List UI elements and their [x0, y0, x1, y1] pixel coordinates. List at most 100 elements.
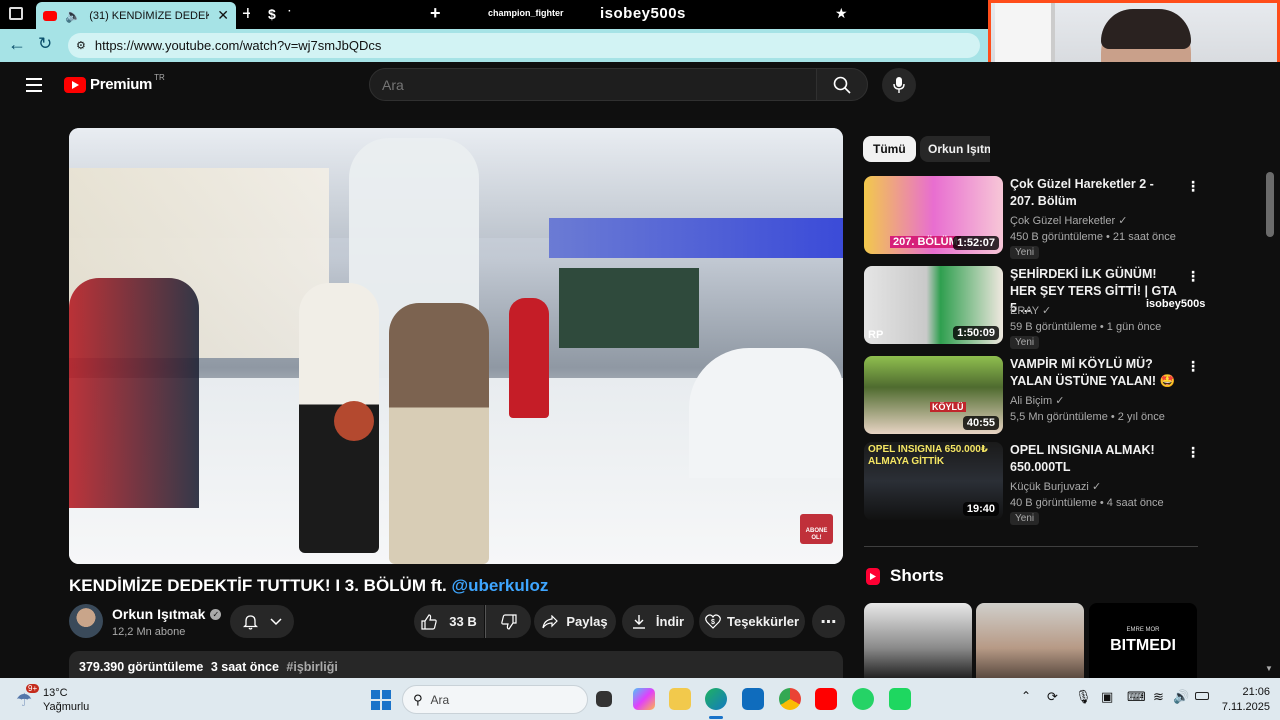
chip-uploader[interactable]: Orkun Işıtmak adlı yükleyiciden: [920, 136, 990, 162]
search-button[interactable]: [816, 68, 868, 101]
subscribe-watermark[interactable]: ABONE OL!: [800, 514, 833, 544]
channel-name[interactable]: Çok Güzel Hareketler ✓: [1010, 214, 1127, 227]
video-title[interactable]: Çok Güzel Hareketler 2 - 207. Bölüm: [1010, 176, 1180, 210]
page-scrollbar[interactable]: [1266, 172, 1274, 237]
share-button[interactable]: Paylaş: [534, 605, 616, 638]
thumbnail[interactable]: RP 1:50:09: [864, 266, 1003, 344]
channel-name[interactable]: ERAY ✓: [1010, 304, 1051, 317]
duration-badge: 19:40: [962, 502, 999, 516]
battery-icon[interactable]: [1195, 692, 1209, 700]
shorts-icon: [866, 567, 880, 585]
tray-sync-icon[interactable]: ⟳: [1047, 689, 1058, 705]
more-vertical-icon[interactable]: ⋮: [1186, 444, 1200, 461]
thumbnail[interactable]: KÖYLÜ 40:55: [864, 356, 1003, 434]
scroll-down-arrow[interactable]: ▼: [1265, 664, 1273, 673]
volume-icon[interactable]: 🔊: [1173, 689, 1189, 705]
short-card[interactable]: [976, 603, 1084, 678]
dislike-button[interactable]: [485, 605, 531, 638]
search-input[interactable]: [382, 76, 802, 93]
more-vertical-icon[interactable]: ⋮: [1186, 178, 1200, 195]
start-button[interactable]: [371, 690, 391, 710]
youtube-favicon-icon: [43, 10, 57, 21]
taskbar-search[interactable]: ⚲ Ara: [402, 685, 588, 714]
video-title[interactable]: OPEL INSIGNIA ALMAK! 650.000TL: [1010, 442, 1180, 476]
player-red-person: [509, 298, 549, 418]
player-ball: [334, 401, 374, 441]
youtube-page: Premium TR ABONE OL! KENDİMİZE DEDEKTİ: [4, 62, 1280, 681]
chrome-icon[interactable]: [779, 688, 801, 710]
chevron-down-icon: [269, 617, 282, 625]
like-count: 33 B: [449, 614, 477, 629]
mention-link[interactable]: @uberkuloz: [452, 576, 549, 595]
taskbar-search-placeholder: Ara: [430, 692, 450, 707]
notification-button[interactable]: [230, 605, 294, 638]
download-icon: [632, 615, 645, 629]
copilot-icon[interactable]: [633, 688, 655, 710]
channel-name[interactable]: Orkun Işıtmak ✓: [112, 606, 222, 622]
game-app-icon[interactable]: [889, 688, 911, 710]
masthead: Premium TR: [4, 62, 988, 110]
like-button[interactable]: 33 B: [414, 605, 484, 638]
whatsapp-icon[interactable]: [852, 688, 874, 710]
short-card[interactable]: [864, 603, 972, 678]
reload-icon[interactable]: ↻: [38, 34, 52, 54]
share-label: Paylaş: [566, 614, 608, 629]
channel-name[interactable]: Ali Biçim ✓: [1010, 394, 1064, 407]
shorts-heading: Shorts: [866, 566, 944, 586]
thumbs-up-icon: [421, 613, 437, 630]
tab-youtube[interactable]: 🔈 (31) KENDİMİZE DEDEKTİF TU ✕: [36, 2, 236, 29]
channel-name-text: Ali Biçim: [1010, 395, 1053, 407]
more-vertical-icon[interactable]: ⋮: [1186, 268, 1200, 285]
player-blue-light: [549, 218, 843, 258]
search-box[interactable]: [369, 68, 817, 101]
video-player[interactable]: ABONE OL!: [69, 128, 843, 564]
chip-all[interactable]: Tümü: [863, 136, 916, 162]
short-card[interactable]: EMRE MOR BITMEDI: [1089, 603, 1197, 678]
site-info-icon[interactable]: ⚙: [76, 39, 86, 52]
thumbnail[interactable]: 207. BÖLÜM 1:52:07: [864, 176, 1003, 254]
clock[interactable]: 21:06 7.11.2025: [1220, 685, 1270, 715]
list-item[interactable]: 207. BÖLÜM 1:52:07 Çok Güzel Hareketler …: [864, 176, 1204, 259]
chip-uploader-text: Orkun Işıtmak adlı yükleyiciden: [928, 142, 990, 156]
wifi-icon[interactable]: ≋: [1153, 689, 1164, 705]
more-horizontal-icon: ⋯: [820, 613, 837, 631]
list-item[interactable]: KÖYLÜ 40:55 VAMPİR Mİ KÖYLÜ MÜ? YALAN ÜS…: [864, 356, 1204, 436]
list-item[interactable]: OPEL INSIGNIA 650.000₺ ALMAYA GİTTİK 19:…: [864, 442, 1204, 525]
tab-actions-icon[interactable]: [9, 7, 23, 20]
youtube-app-icon[interactable]: [815, 688, 837, 710]
thumbnail-text: OPEL INSIGNIA 650.000₺ ALMAYA GİTTİK: [868, 444, 988, 467]
hashtag[interactable]: #işbirliği: [286, 660, 337, 674]
video-title[interactable]: VAMPİR Mİ KÖYLÜ MÜ? YALAN ÜSTÜNE YALAN! …: [1010, 356, 1180, 390]
outlook-icon[interactable]: [742, 688, 764, 710]
overlay-side-label: isobey500s: [1146, 298, 1206, 310]
speaker-icon[interactable]: 🔈: [65, 8, 81, 24]
channel-name[interactable]: Küçük Burjuvazi ✓: [1010, 480, 1101, 493]
weather-temp: 13°C: [43, 687, 68, 699]
tray-device-icon[interactable]: ▣: [1101, 689, 1113, 705]
description-box[interactable]: 379.390 görüntüleme 3 saat önce #işbirli…: [69, 651, 843, 681]
channel-avatar[interactable]: [69, 604, 103, 638]
more-vertical-icon[interactable]: ⋮: [1186, 358, 1200, 375]
task-view-icon[interactable]: [596, 691, 612, 707]
search-icon: [833, 76, 851, 94]
youtube-logo[interactable]: Premium TR: [64, 73, 165, 93]
more-actions-button[interactable]: ⋯: [812, 605, 845, 638]
tray-keyboard-icon[interactable]: ⌨: [1127, 689, 1146, 705]
tray-chevron-up-icon[interactable]: ⌃: [1021, 689, 1031, 703]
short-subtext: EMRE MOR: [1126, 627, 1160, 633]
menu-icon[interactable]: [26, 78, 42, 92]
weather-widget[interactable]: ☂ 9+ 13°C Yağmurlu: [14, 684, 104, 716]
video-meta: 5,5 Mn görüntüleme • 2 yıl önce: [1010, 411, 1165, 423]
url-field[interactable]: ⚙ https://www.youtube.com/watch?v=wj7smJ…: [68, 33, 980, 58]
weather-badge: 9+: [26, 684, 40, 693]
thanks-button[interactable]: $ Teşekkürler: [699, 605, 805, 638]
close-tab-icon[interactable]: ✕: [217, 7, 229, 24]
file-explorer-icon[interactable]: [669, 688, 691, 710]
edge-icon[interactable]: [705, 688, 727, 710]
download-button[interactable]: İndir: [622, 605, 694, 638]
voice-search-button[interactable]: [882, 68, 916, 102]
thumbnail[interactable]: OPEL INSIGNIA 650.000₺ ALMAYA GİTTİK 19:…: [864, 442, 1003, 520]
tray-mic-icon[interactable]: 🎙: [1075, 689, 1092, 705]
clock-time: 21:06: [1242, 686, 1270, 698]
back-icon[interactable]: ←: [8, 34, 26, 55]
